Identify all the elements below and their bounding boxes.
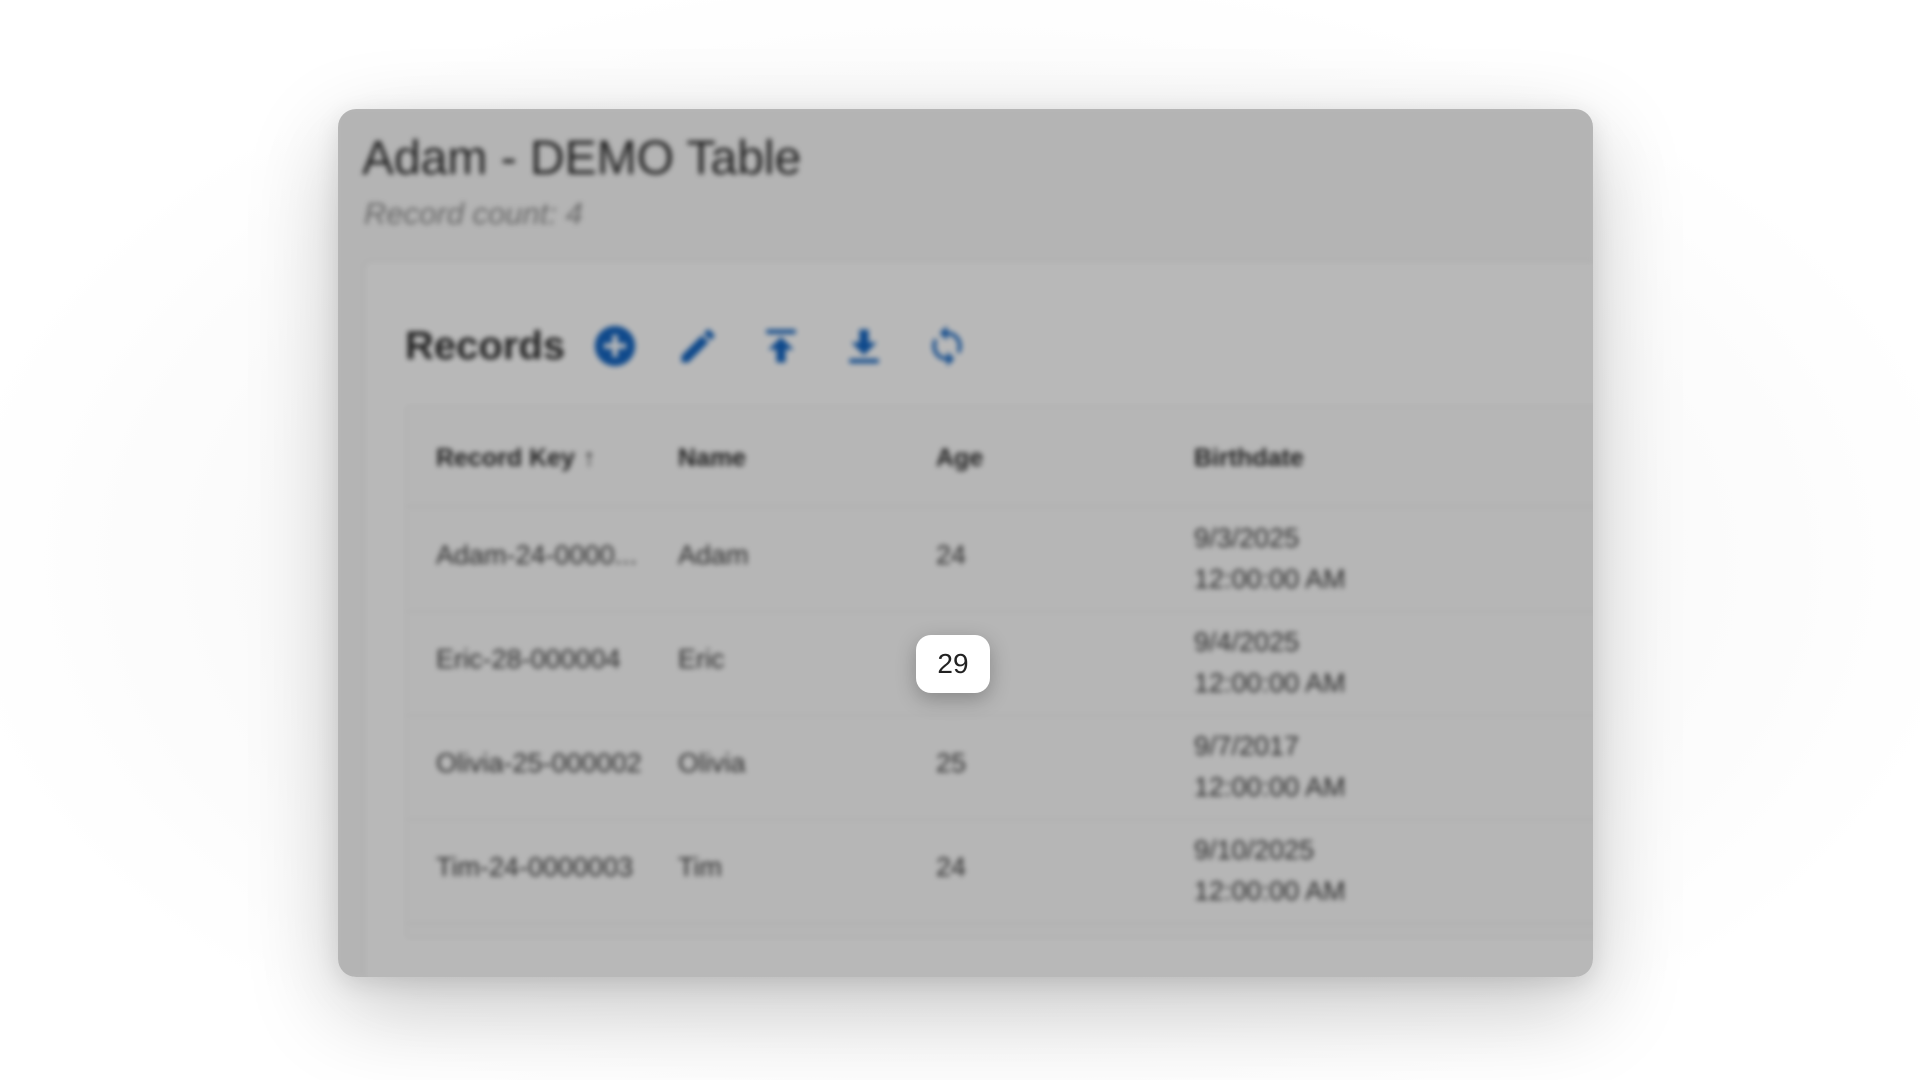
backdrop: Adam - DEMO Table Record count: 4 Record… [0,0,1920,1080]
column-header-birthdate[interactable]: Birthdate [1194,444,1304,473]
record-count: Record count: 4 [364,196,583,231]
cell-age: 24 [936,852,967,882]
cell-age: 25 [936,748,967,778]
app-window: Adam - DEMO Table Record count: 4 Record… [338,109,1593,977]
table-row[interactable]: Tim-24-0000003 Tim 24 9/10/2025 12:00:00… [406,819,1593,924]
records-card: Records Record Key ↑ Name Age Birthdate … [364,261,1593,977]
cell-name: Adam [678,540,749,570]
edit-record-button[interactable] [668,316,728,376]
upload-button[interactable] [751,316,811,376]
birthdate-date: 9/4/2025 [1194,627,1300,657]
pencil-icon [681,329,715,363]
column-header-name[interactable]: Name [678,444,746,473]
cell-record-key: Eric-28-000004 [436,644,621,674]
download-button[interactable] [834,316,894,376]
cell-name: Olivia [678,748,746,778]
cell-birthdate: 9/10/2025 12:00:00 AM [1194,830,1346,912]
birthdate-date: 9/10/2025 [1194,835,1315,865]
cell-birthdate: 9/7/2017 12:00:00 AM [1194,726,1346,808]
table-row[interactable]: Olivia-25-000002 Olivia 25 9/7/2017 12:0… [406,715,1593,820]
birthdate-time: 12:00:00 AM [1194,772,1346,802]
cell-record-key: Olivia-25-000002 [436,748,642,778]
birthdate-time: 12:00:00 AM [1194,876,1346,906]
refresh-icon [932,325,962,367]
upload-icon [766,329,796,363]
column-header-age[interactable]: Age [936,444,983,473]
cell-birthdate: 9/4/2025 12:00:00 AM [1194,622,1346,704]
add-circle-icon [594,325,636,367]
birthdate-date: 9/3/2025 [1194,523,1300,553]
cell-age: 24 [936,540,967,570]
download-icon [849,329,879,364]
refresh-button[interactable] [917,316,977,376]
birthdate-date: 9/7/2017 [1194,731,1300,761]
add-record-button[interactable] [585,316,645,376]
birthdate-time: 12:00:00 AM [1194,668,1346,698]
table-row[interactable]: Eric-28-000004 Eric 29 9/4/2025 12:00:00… [406,611,1593,716]
records-table: Record Key ↑ Name Age Birthdate Adam-24-0… [405,405,1593,939]
table-row[interactable]: Adam-24-0000... Adam 24 9/3/2025 12:00:0… [406,507,1593,612]
focused-age-cell[interactable]: 29 [916,635,990,693]
records-toolbar: Records [405,316,1000,376]
birthdate-time: 12:00:00 AM [1194,564,1346,594]
table-header: Record Key ↑ Name Age Birthdate [406,406,1593,507]
page-title: Adam - DEMO Table [362,132,802,185]
cell-name: Tim [678,852,722,882]
cell-birthdate: 9/3/2025 12:00:00 AM [1194,518,1346,600]
cell-record-key: Tim-24-0000003 [436,852,634,882]
app-content: Adam - DEMO Table Record count: 4 Record… [338,109,1593,977]
column-header-record-key[interactable]: Record Key ↑ [436,444,595,473]
records-title: Records [405,323,566,368]
cell-name: Eric [678,644,725,674]
cell-record-key: Adam-24-0000... [436,540,638,570]
sort-ascending-icon: ↑ [582,444,596,472]
